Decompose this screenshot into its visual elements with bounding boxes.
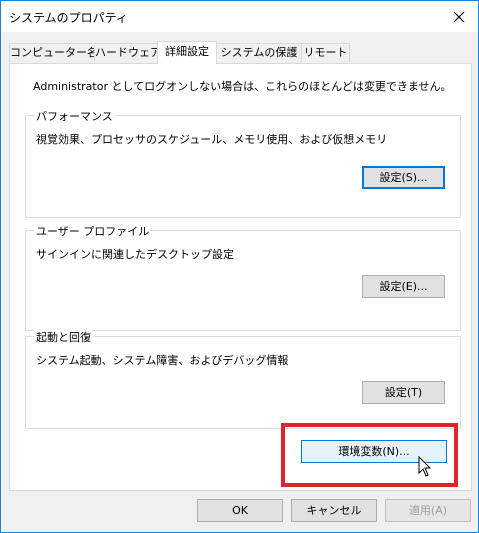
startup-recovery-legend: 起動と回復 (34, 329, 93, 345)
tab-remote[interactable]: リモート (301, 43, 350, 62)
title-bar: システムのプロパティ (1, 1, 478, 32)
tab-computer-name[interactable]: コンピューター名 (9, 43, 95, 62)
performance-legend: パフォーマンス (34, 108, 115, 124)
user-profiles-group: ユーザー プロファイル サインインに関連したデスクトップ設定 設定(E)... (25, 223, 461, 331)
performance-group: パフォーマンス 視覚効果、プロセッサのスケジュール、メモリ使用、および仮想メモリ… (25, 108, 461, 218)
close-icon (453, 11, 465, 22)
startup-recovery-description: システム起動、システム障害、およびデバッグ情報 (36, 354, 289, 367)
close-button[interactable] (440, 1, 478, 32)
apply-button[interactable]: 適用(A) (385, 499, 471, 522)
tab-advanced[interactable]: 詳細設定 (157, 41, 217, 64)
mouse-pointer-icon (418, 456, 432, 477)
user-profiles-legend: ユーザー プロファイル (34, 223, 152, 239)
tab-hardware[interactable]: ハードウェア (94, 43, 158, 62)
startup-recovery-settings-button[interactable]: 設定(T) (362, 381, 445, 404)
performance-description: 視覚効果、プロセッサのスケジュール、メモリ使用、および仮想メモリ (36, 133, 388, 146)
user-profiles-settings-button[interactable]: 設定(E)... (362, 275, 445, 298)
system-properties-window: システムのプロパティ コンピューター名 ハードウェア 詳細設定 システムの保護 … (0, 0, 479, 533)
window-title: システムのプロパティ (9, 11, 128, 25)
startup-recovery-group: 起動と回復 システム起動、システム障害、およびデバッグ情報 設定(T) (25, 329, 461, 429)
user-profiles-description: サインインに関連したデスクトップ設定 (36, 248, 234, 261)
performance-settings-button[interactable]: 設定(S)... (362, 166, 445, 189)
cancel-button[interactable]: キャンセル (291, 499, 377, 522)
tab-system-protection[interactable]: システムの保護 (216, 43, 302, 62)
ok-button[interactable]: OK (197, 499, 283, 522)
admin-note: Administrator としてログオンしない場合は、これらのほとんどは変更で… (33, 80, 452, 93)
